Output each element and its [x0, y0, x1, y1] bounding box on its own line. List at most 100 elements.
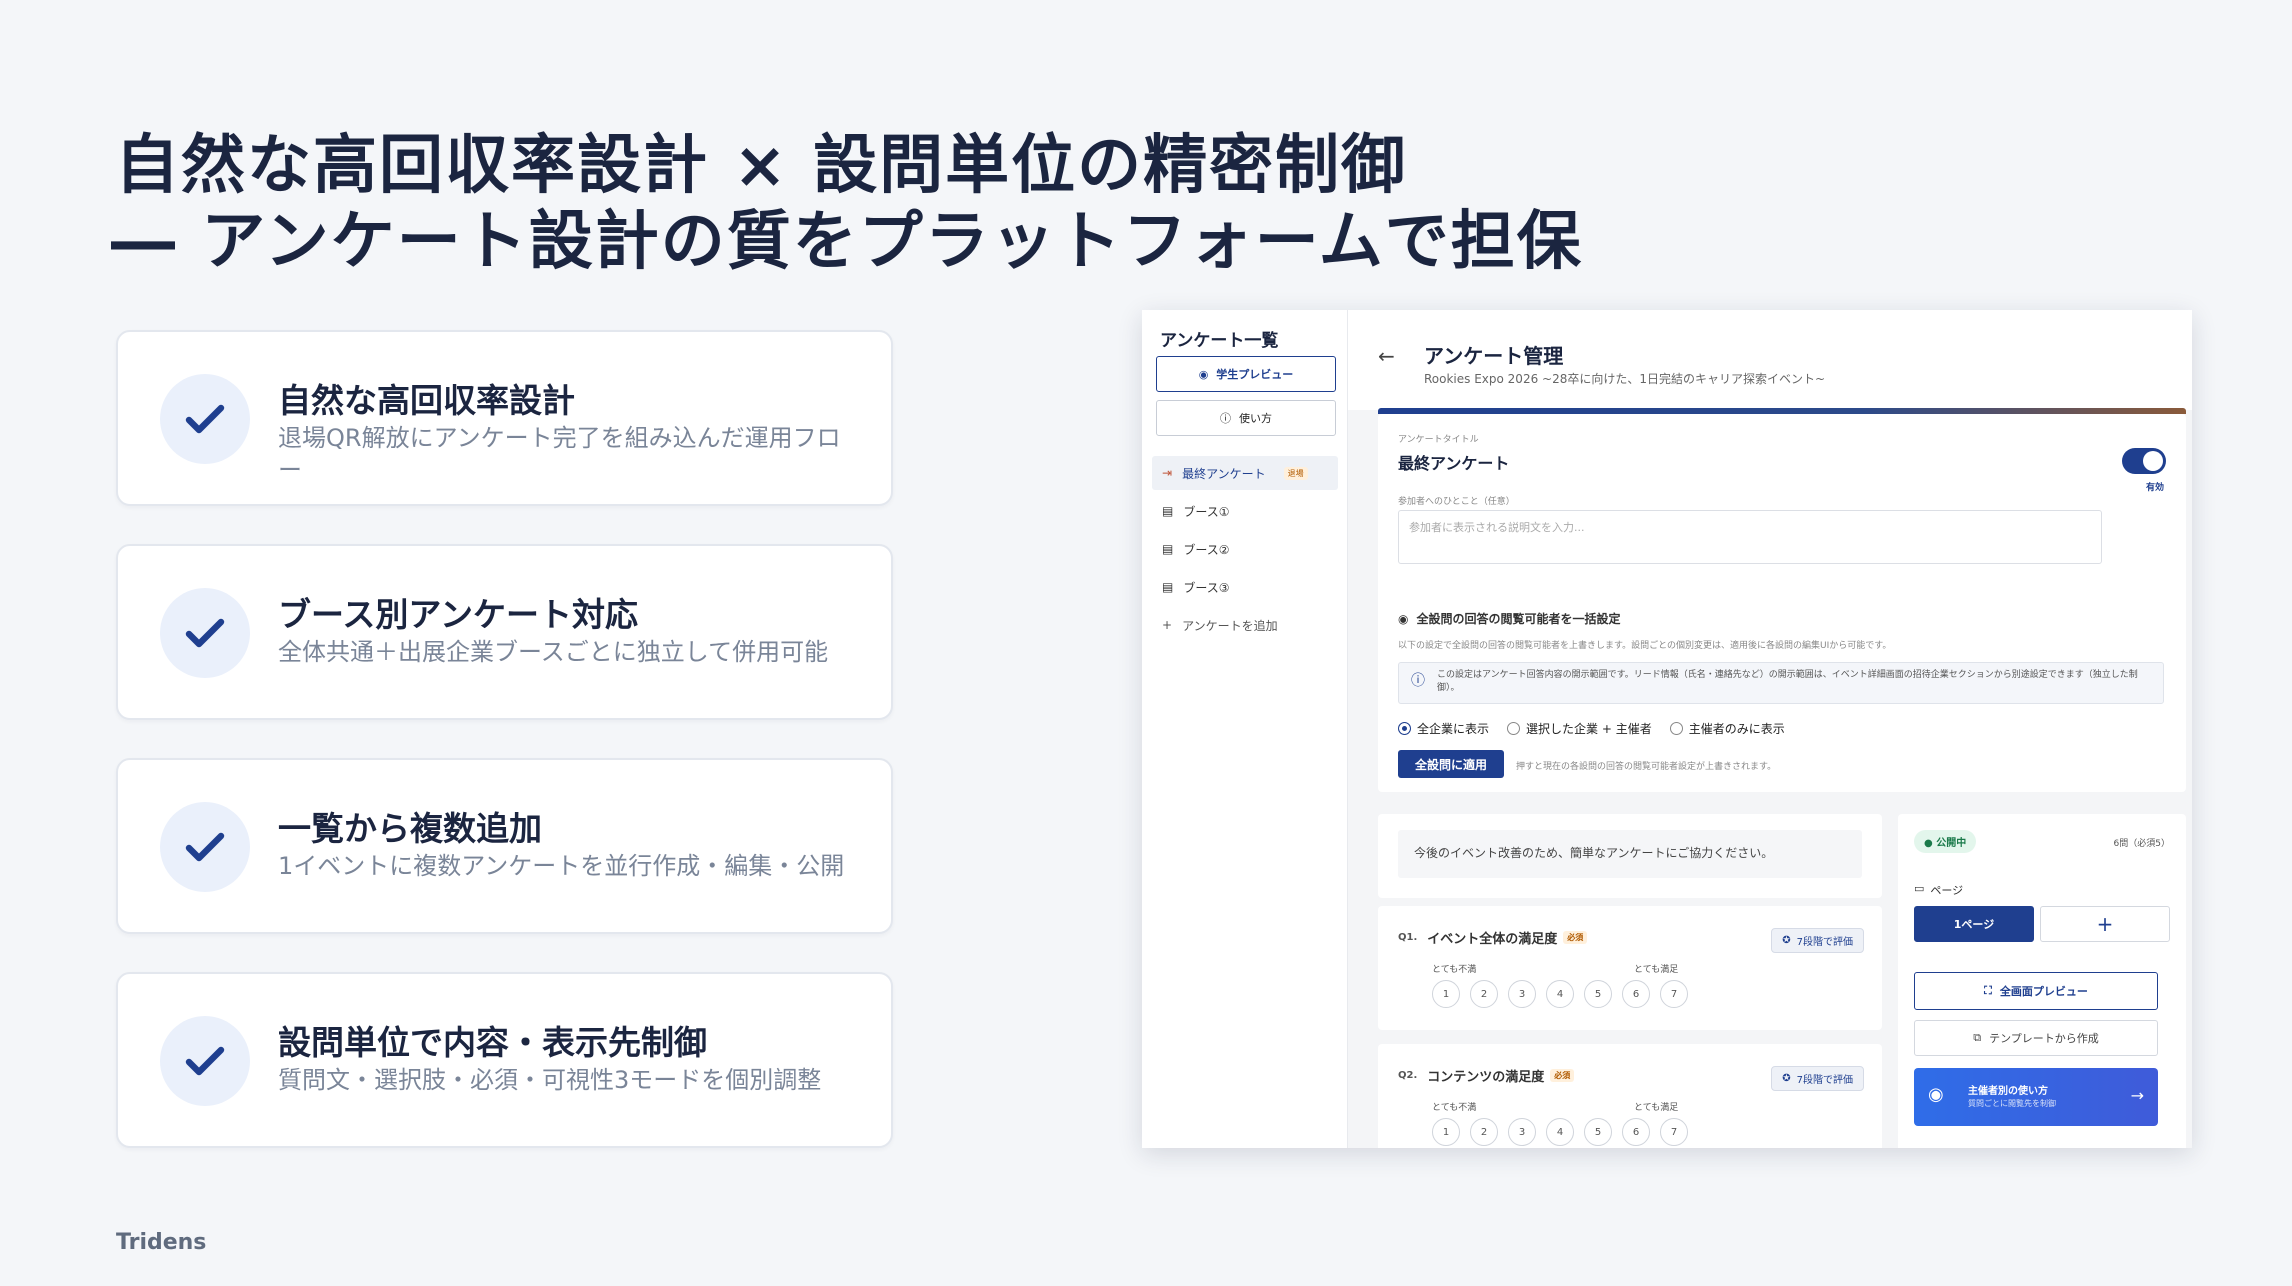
event-subtitle: Rookies Expo 2026 ~28卒に向けた、1日完結のキャリア探索イベ… — [1424, 372, 1826, 386]
enabled-toggle[interactable] — [2122, 448, 2166, 474]
rating-scale: 1 2 3 4 5 6 7 — [1432, 980, 1688, 1008]
template-icon: ⧉ — [1973, 1031, 1982, 1044]
plus-icon: + — [1162, 618, 1173, 632]
rating-option[interactable]: 2 — [1470, 980, 1498, 1008]
rating-option[interactable]: 6 — [1622, 1118, 1650, 1146]
comment-field-label: 参加者へのひとこと（任意） — [1398, 497, 1515, 507]
rating-option[interactable]: 1 — [1432, 980, 1460, 1008]
scale-type-button[interactable]: ✪ 7段階で評価 — [1771, 1066, 1864, 1091]
organizer-guide-button[interactable]: ◉ 主催者別の使い方 質問ごとに閲覧先を制御 → — [1914, 1068, 2158, 1126]
rating-option[interactable]: 1 — [1432, 1118, 1460, 1146]
scale-low-label: とても不満 — [1432, 965, 1477, 975]
rating-scale: 1 2 3 4 5 6 7 — [1432, 1118, 1688, 1146]
question-title: コンテンツの満足度 — [1427, 1070, 1545, 1085]
sidebar-item-booth-1[interactable]: ▤ ブース① — [1152, 494, 1338, 528]
question-icon: ⓘ — [1220, 412, 1231, 425]
check-icon — [160, 1016, 250, 1106]
template-label: テンプレートから作成 — [1989, 1032, 2099, 1045]
feature-card-title: 一覧から複数追加 — [278, 809, 542, 848]
status-panel: ● 公開中 6問（必須5） ▭ ページ 1ページ + ⛶ 全画面プレビュー ⧉ … — [1898, 814, 2186, 1148]
radio-organizer-only[interactable]: 主催者のみに表示 — [1669, 720, 1785, 737]
sidebar-item-label: ブース② — [1183, 542, 1230, 557]
folder-icon: ▭ — [1914, 882, 1925, 895]
feature-card-desc: 1イベントに複数アンケートを並行作成・編集・公開 — [278, 852, 845, 880]
rating-option[interactable]: 7 — [1660, 1118, 1688, 1146]
rating-option[interactable]: 7 — [1660, 980, 1688, 1008]
info-icon: ⓘ — [1411, 673, 1425, 689]
rating-option[interactable]: 4 — [1546, 980, 1574, 1008]
apply-note: 押すと現在の各設問の回答の閲覧可能者設定が上書きされます。 — [1516, 762, 1777, 772]
info-text: この設定はアンケート回答内容の開示範囲です。リード情報（氏名・連絡先など）の開示… — [1437, 670, 2138, 693]
rating-option[interactable]: 4 — [1546, 1118, 1574, 1146]
radio-all-companies[interactable]: 全企業に表示 — [1398, 720, 1489, 737]
radio-selected-companies[interactable]: 選択した企業 + 主催者 — [1507, 720, 1652, 737]
feature-card-title: ブース別アンケート対応 — [278, 595, 639, 634]
star-icon: ✪ — [1782, 935, 1791, 946]
status-badge: ● 公開中 — [1914, 830, 1977, 853]
survey-title-value[interactable]: 最終アンケート — [1398, 450, 1509, 474]
feature-card-title: 設問単位で内容・表示先制御 — [278, 1023, 707, 1062]
add-page-button[interactable]: + — [2040, 906, 2170, 942]
feature-card: ブース別アンケート対応 全体共通＋出展企業ブースごとに独立して併用可能 — [116, 544, 893, 720]
clipboard-icon: ▤ — [1162, 504, 1174, 518]
feature-card-title: 自然な高回収率設計 — [278, 381, 575, 420]
add-survey-label: アンケートを追加 — [1182, 618, 1278, 633]
sidebar-item-label: 最終アンケート — [1182, 466, 1266, 481]
template-button[interactable]: ⧉ テンプレートから作成 — [1914, 1020, 2158, 1056]
slide-title-line2: ― アンケート設計の質をプラットフォームで担保 — [111, 205, 1583, 279]
brand-logo: Tridens — [116, 1230, 207, 1255]
exit-badge: 退場 — [1283, 466, 1308, 480]
exit-icon: ⇥ — [1162, 466, 1173, 480]
rating-option[interactable]: 5 — [1584, 980, 1612, 1008]
question-card[interactable]: Q1. イベント全体の満足度 必須 ✪ 7段階で評価 とても不満 とても満足 1… — [1378, 906, 1882, 1030]
app-screenshot: アンケート一覧 ◉ 学生プレビュー ⓘ 使い方 ⇥ 最終アンケート 退場 ▤ ブ… — [1142, 310, 2192, 1148]
comment-textarea[interactable]: 参加者に表示される説明文を入力... — [1398, 510, 2102, 564]
question-heading: Q1. イベント全体の満足度 必須 — [1398, 928, 1588, 947]
add-survey-button[interactable]: + アンケートを追加 — [1152, 608, 1338, 642]
intro-text: 今後のイベント改善のため、簡単なアンケートにご協力ください。 — [1398, 830, 1862, 878]
radio-label: 選択した企業 + 主催者 — [1526, 722, 1652, 736]
sidebar-item-final-survey[interactable]: ⇥ 最終アンケート 退場 — [1152, 456, 1338, 490]
scale-type-button[interactable]: ✪ 7段階で評価 — [1771, 928, 1864, 953]
rating-option[interactable]: 3 — [1508, 1118, 1536, 1146]
question-title: イベント全体の満足度 — [1427, 932, 1558, 947]
visibility-title: 全設問の回答の閲覧可能者を一括設定 — [1416, 612, 1621, 626]
intro-panel: 今後のイベント改善のため、簡単なアンケートにご協力ください。 — [1378, 814, 1882, 898]
check-icon — [160, 588, 250, 678]
feature-card-desc: 質問文・選択肢・必須・可視性3モードを個別調整 — [278, 1066, 822, 1094]
required-badge: 必須 — [1550, 1069, 1575, 1082]
sidebar-item-booth-3[interactable]: ▤ ブース③ — [1152, 570, 1338, 604]
feature-card: 自然な高回収率設計 退場QR解放にアンケート完了を組み込んだ運用フロー — [116, 330, 893, 506]
sidebar-item-label: ブース③ — [1183, 580, 1230, 595]
question-number: Q2. — [1398, 1070, 1418, 1081]
question-count: 6問（必須5） — [2113, 839, 2170, 849]
question-card[interactable]: Q2. コンテンツの満足度 必須 ✪ 7段階で評価 とても不満 とても満足 1 … — [1378, 1044, 1882, 1148]
rating-option[interactable]: 5 — [1584, 1118, 1612, 1146]
slide-title-line1: 自然な高回収率設計 × 設問単位の精密制御 — [115, 129, 1408, 203]
student-preview-button[interactable]: ◉ 学生プレビュー — [1156, 356, 1336, 392]
back-arrow-icon[interactable]: ← — [1378, 344, 1395, 368]
question-heading: Q2. コンテンツの満足度 必須 — [1398, 1066, 1575, 1085]
rating-option[interactable]: 2 — [1470, 1118, 1498, 1146]
survey-main: ← アンケート管理 Rookies Expo 2026 ~28卒に向けた、1日完… — [1348, 310, 2192, 1148]
fullscreen-preview-button[interactable]: ⛶ 全画面プレビュー — [1914, 972, 2158, 1010]
visibility-description: 以下の設定で全設問の回答の閲覧可能者を上書きします。設問ごとの個別変更は、適用後… — [1398, 641, 1892, 651]
page-tab-1[interactable]: 1ページ — [1914, 906, 2034, 942]
sidebar-item-label: ブース① — [1183, 504, 1230, 519]
eye-icon: ◉ — [1198, 367, 1209, 381]
title-field-label: アンケートタイトル — [1398, 435, 1479, 445]
sidebar-heading: アンケート一覧 — [1160, 331, 1279, 351]
visibility-options: 全企業に表示 選択した企業 + 主催者 主催者のみに表示 — [1398, 720, 1803, 737]
student-preview-label: 学生プレビュー — [1216, 368, 1294, 381]
rating-option[interactable]: 6 — [1622, 980, 1650, 1008]
rating-option[interactable]: 3 — [1508, 980, 1536, 1008]
help-button[interactable]: ⓘ 使い方 — [1156, 400, 1336, 436]
star-icon: ✪ — [1782, 1073, 1791, 1084]
scale-type-label: 7段階で評価 — [1796, 937, 1853, 948]
apply-all-button[interactable]: 全設問に適用 — [1398, 750, 1504, 778]
page-title: アンケート管理 — [1424, 344, 1564, 368]
sidebar-item-booth-2[interactable]: ▤ ブース② — [1152, 532, 1338, 566]
radio-label: 主催者のみに表示 — [1688, 722, 1785, 736]
slide-title: 自然な高回収率設計 × 設問単位の精密制御 ― アンケート設計の質をプラットフォ… — [111, 128, 1583, 280]
page-section-label: ▭ ページ — [1914, 882, 1963, 898]
